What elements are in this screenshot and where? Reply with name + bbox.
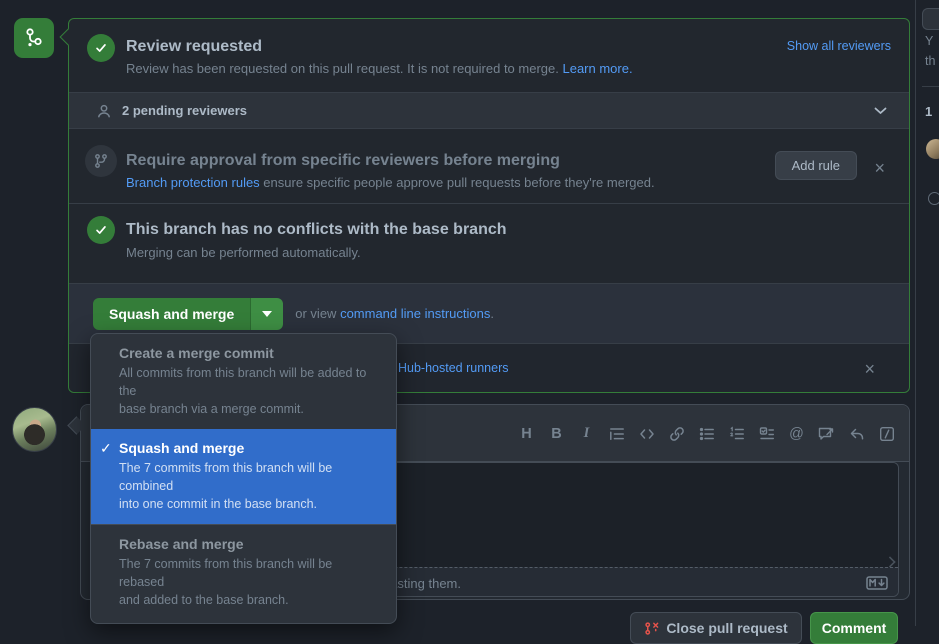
heading-icon[interactable]: H [518,425,535,442]
task-list-icon[interactable] [758,425,775,442]
sidebar-icon [928,192,939,205]
menu-item-squash-and-merge[interactable]: ✓ Squash and merge The 7 commits from th… [91,429,396,524]
avatar[interactable] [12,407,57,452]
branch-protection-section: Require approval from specific reviewers… [69,129,909,204]
check-circle-icon [87,216,115,244]
unordered-list-icon[interactable] [698,425,715,442]
person-icon [96,103,112,119]
markdown-icon [866,576,888,590]
merge-options-caret[interactable] [250,298,283,330]
branch-protection-rules-link[interactable]: Branch protection rules [126,175,260,190]
pending-reviewers-row[interactable]: 2 pending reviewers [69,93,909,129]
comment-button-label: Comment [822,620,887,636]
pending-reviewers-label: 2 pending reviewers [122,103,247,118]
branch-protection-description: Branch protection rules ensure specific … [126,175,655,190]
menu-item-rebase-and-merge[interactable]: Rebase and merge The 7 commits from this… [91,524,396,623]
squash-and-merge-label[interactable]: Squash and merge [93,298,250,330]
close-pull-request-label: Close pull request [666,620,787,636]
review-requested-section: Review requested Review has been request… [69,19,909,93]
git-merge-timeline-icon [14,18,54,58]
quote-icon[interactable] [608,425,625,442]
dismiss-protection-icon[interactable]: × [874,159,885,177]
reply-icon[interactable] [848,425,865,442]
sidebar-count-fragment: 1 [925,104,932,119]
pr-closed-icon [644,621,659,636]
dismiss-notice-icon[interactable]: × [864,360,875,378]
slash-command-icon[interactable] [878,425,895,442]
sidebar-text-fragment: Y [925,34,933,48]
sidebar-divider [915,0,916,626]
show-all-reviewers-link[interactable]: Show all reviewers [787,39,891,53]
markdown-toolbar: H B I @ [518,405,895,462]
sidebar-text-fragment: th [925,54,935,68]
sidebar-avatar[interactable] [926,139,939,159]
menu-item-create-merge-commit[interactable]: Create a merge commit All commits from t… [91,334,396,429]
cli-instructions-text: or view command line instructions. [295,306,494,321]
merge-method-menu: Create a merge commit All commits from t… [90,333,397,624]
bold-icon[interactable]: B [548,425,565,442]
code-icon[interactable] [638,425,655,442]
no-conflicts-title: This branch has no conflicts with the ba… [126,221,507,239]
check-icon: ✓ [100,440,112,457]
review-requested-title: Review requested [126,38,262,56]
sidebar-button-fragment[interactable] [922,8,939,30]
hosted-runners-link[interactable]: Hub-hosted runners [398,361,508,375]
git-branch-icon [85,145,117,177]
learn-more-link[interactable]: Learn more. [562,61,632,76]
add-rule-button[interactable]: Add rule [775,151,857,180]
review-requested-description: Review has been requested on this pull r… [126,61,633,76]
no-conflicts-section: This branch has no conflicts with the ba… [69,204,909,284]
close-pull-request-button[interactable]: Close pull request [630,612,802,644]
ordered-list-icon[interactable] [728,425,745,442]
link-icon[interactable] [668,425,685,442]
squash-and-merge-button[interactable]: Squash and merge [93,298,283,330]
no-conflicts-description: Merging can be performed automatically. [126,245,361,260]
command-line-instructions-link[interactable]: command line instructions [340,306,490,321]
check-circle-icon [87,34,115,62]
sidebar-divider-line [922,86,939,87]
chevron-down-icon[interactable] [874,107,887,115]
italic-icon[interactable]: I [578,425,595,442]
comment-button[interactable]: Comment [810,612,898,644]
mention-icon[interactable]: @ [788,425,805,442]
branch-protection-title: Require approval from specific reviewers… [126,152,560,170]
cross-reference-icon[interactable] [818,425,835,442]
